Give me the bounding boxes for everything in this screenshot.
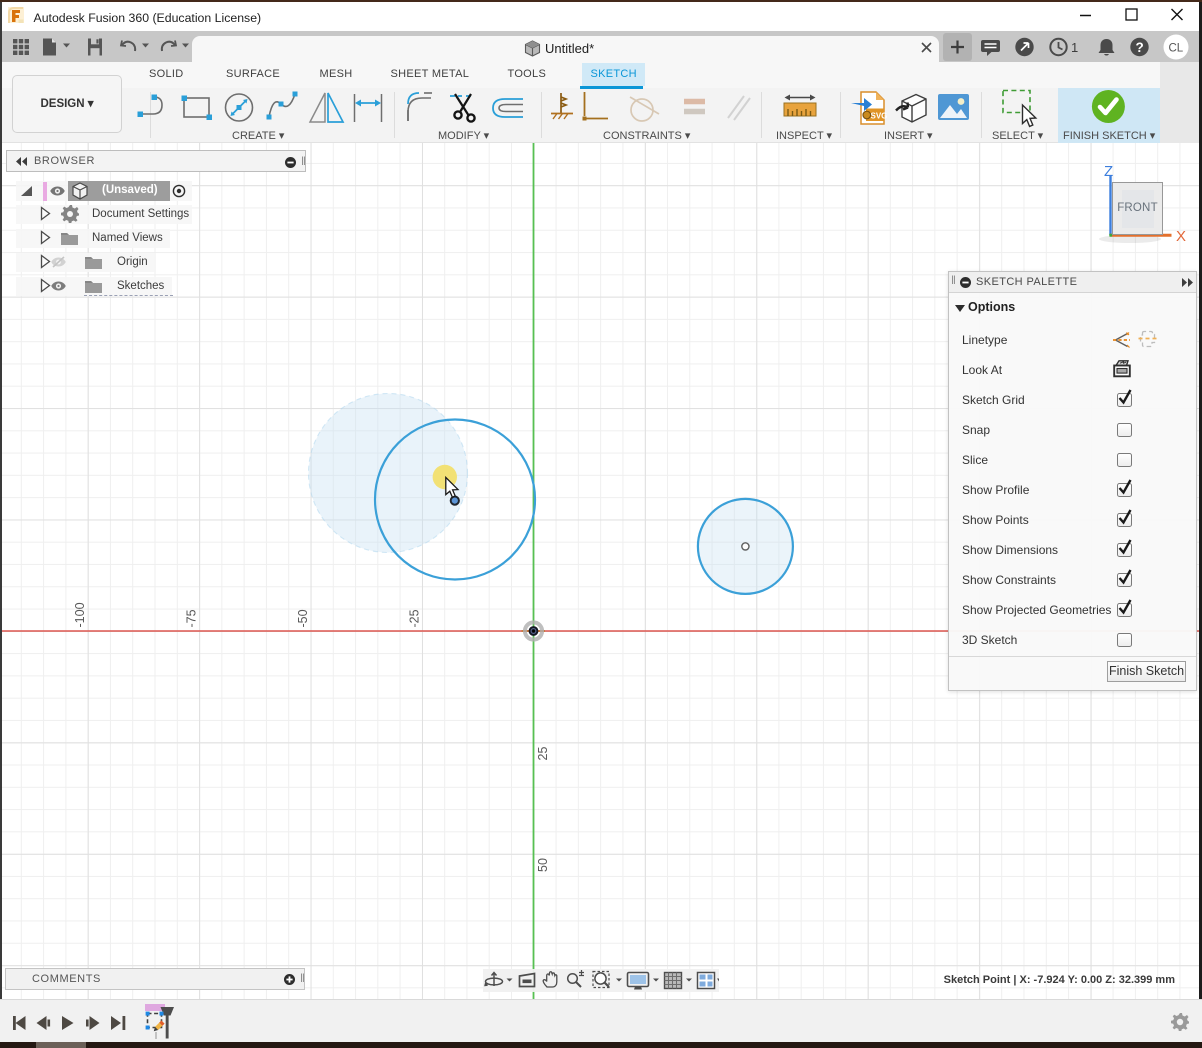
svg-text:1: 1 xyxy=(1071,40,1078,55)
svg-text:X: X xyxy=(1176,228,1186,245)
svg-text:CL: CL xyxy=(1169,43,1184,55)
svg-text:-50: -50 xyxy=(296,609,310,627)
svg-text:SVG: SVG xyxy=(871,112,888,121)
svg-text:?: ? xyxy=(1136,40,1144,55)
svg-text:25: 25 xyxy=(536,747,550,761)
svg-text:-100: -100 xyxy=(73,602,87,627)
svg-text:-25: -25 xyxy=(408,609,422,627)
svg-text:-75: -75 xyxy=(185,609,199,627)
svg-text:Z: Z xyxy=(1104,163,1113,180)
svg-text:50: 50 xyxy=(536,858,550,872)
